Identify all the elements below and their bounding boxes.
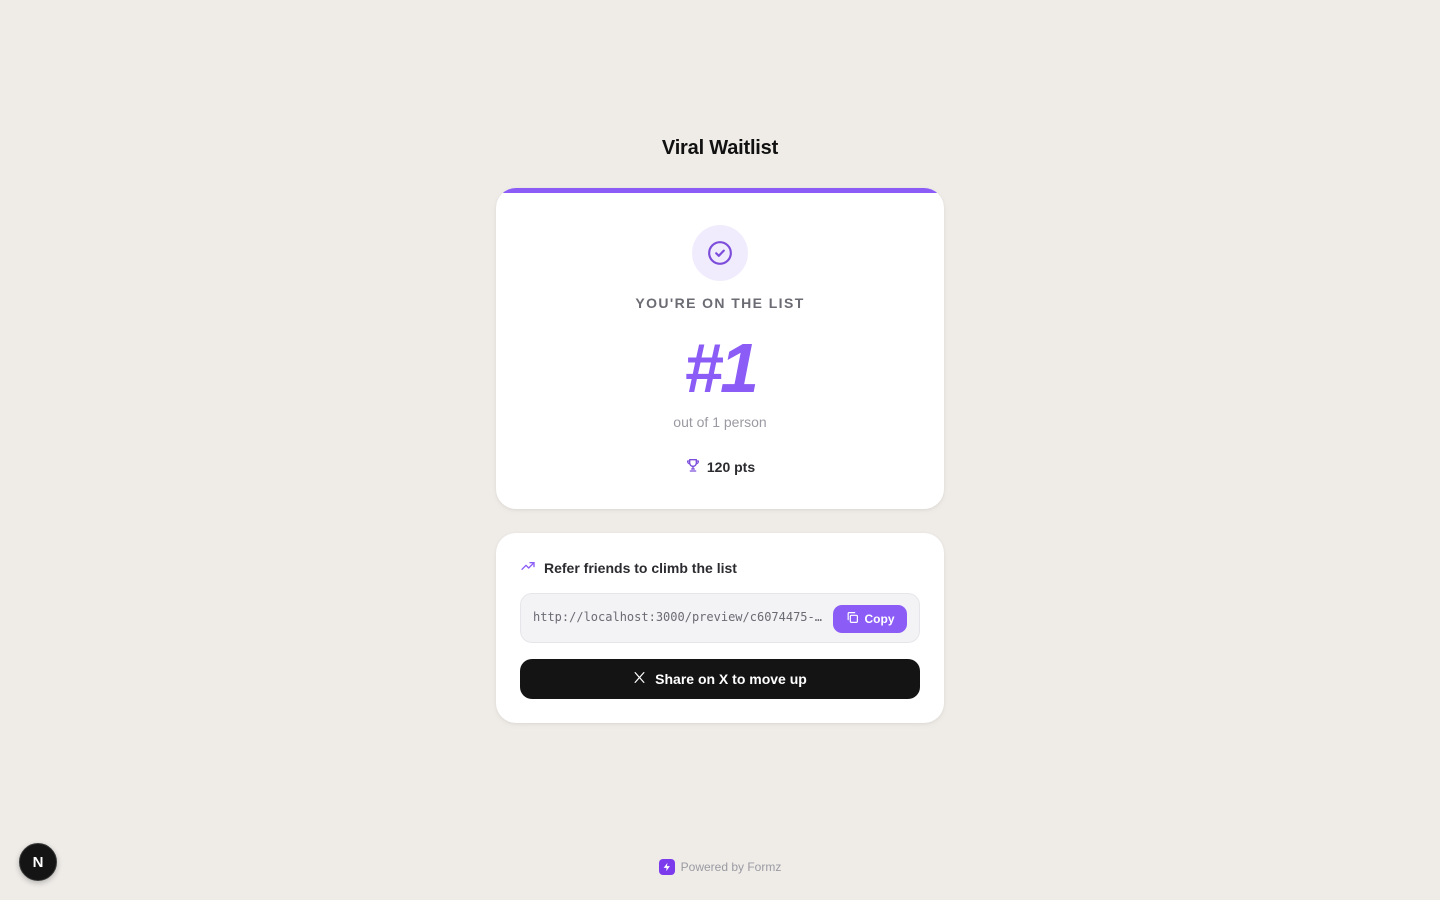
share-button-label: Share on X to move up	[655, 671, 807, 687]
points-value: 120 pts	[706, 458, 756, 475]
powered-by-footer[interactable]: Powered by Formz	[0, 859, 1440, 875]
share-on-x-button[interactable]: Share on X to move up	[520, 659, 920, 699]
total-count: out of 1 person	[673, 414, 767, 430]
rank-number: #1	[684, 329, 759, 407]
copy-button-label: Copy	[864, 612, 895, 626]
points-row: 120 pts	[496, 457, 944, 476]
trophy-icon	[685, 457, 701, 476]
copy-icon	[846, 611, 859, 627]
referral-link-field[interactable]: http://localhost:3000/preview/c6074475-……	[520, 593, 920, 643]
status-label: YOU'RE ON THE LIST	[635, 295, 805, 311]
referral-heading-text: Refer friends to climb the list	[544, 559, 737, 576]
copy-button[interactable]: Copy	[833, 605, 907, 633]
formz-logo-icon	[658, 859, 675, 875]
dev-tools-badge[interactable]: N	[19, 843, 57, 881]
trending-up-icon	[520, 558, 536, 577]
powered-by-text: Powered by Formz	[680, 860, 782, 874]
page-title: Viral Waitlist	[661, 137, 779, 159]
check-circle-icon	[692, 225, 748, 281]
referral-card: Refer friends to climb the list http://l…	[496, 533, 944, 723]
accent-bar	[496, 188, 944, 193]
status-card: YOU'RE ON THE LIST #1 out of 1 person 12…	[496, 188, 944, 509]
x-logo-icon	[633, 671, 646, 687]
referral-heading: Refer friends to climb the list	[520, 558, 737, 577]
referral-link-text[interactable]: http://localhost:3000/preview/c6074475-…	[533, 610, 825, 624]
